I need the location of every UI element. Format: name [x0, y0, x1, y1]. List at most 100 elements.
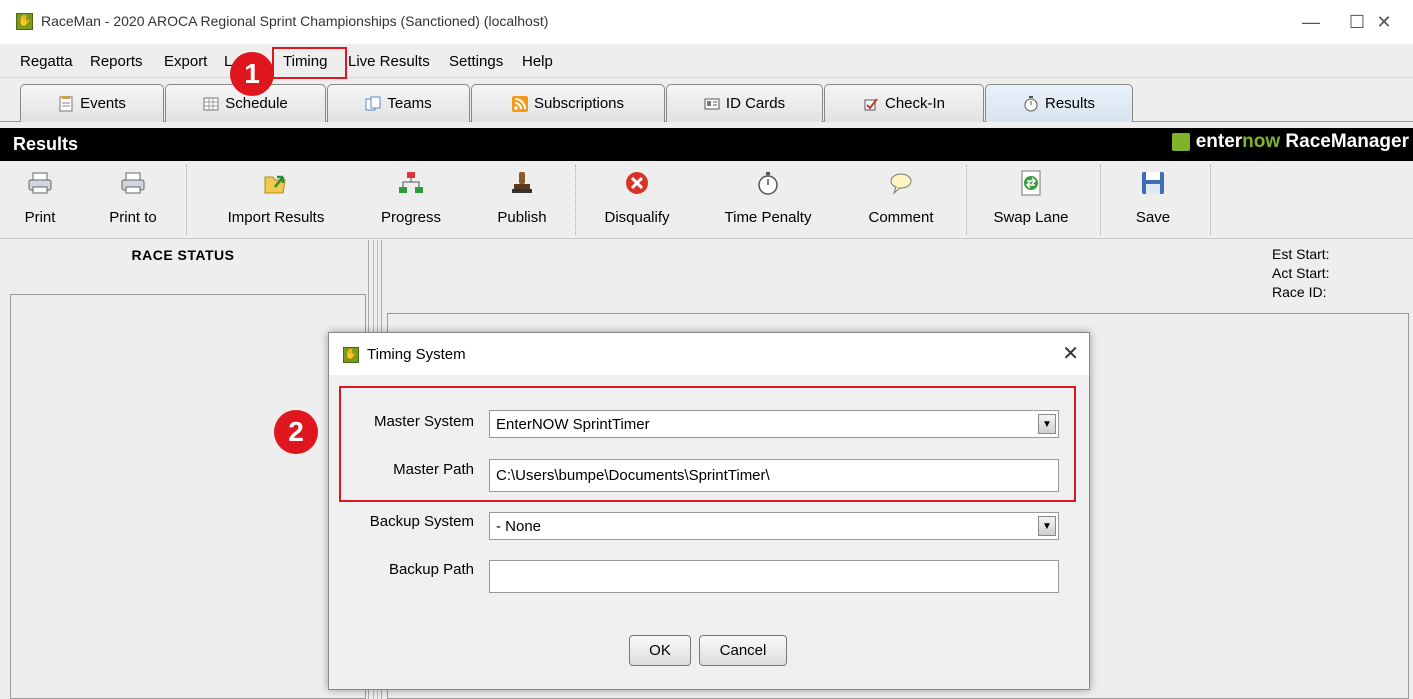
tab-strip: Events Schedule Teams Subscriptions ID C… — [0, 78, 1413, 122]
close-icon[interactable]: ✕ — [1062, 341, 1079, 366]
brand-logo: enternow RaceManager — [1171, 131, 1409, 153]
swap-lane-button[interactable]: Swap Lane — [984, 167, 1078, 237]
speech-bubble-icon — [887, 169, 915, 197]
race-info: Est Start: Act Start: Race ID: — [1272, 245, 1330, 302]
time-penalty-label: Time Penalty — [724, 209, 812, 226]
race-id-label: Race ID: — [1272, 284, 1327, 300]
menu-live-results[interactable]: Live Results — [348, 53, 430, 70]
race-status-list[interactable] — [10, 294, 366, 699]
tab-check-in[interactable]: Check-In — [824, 84, 984, 122]
menu-bar: Regatta Reports Export L Timing Live Res… — [0, 44, 1413, 78]
toolbar-separator — [1100, 165, 1101, 235]
disqualify-button[interactable]: Disqualify — [592, 167, 682, 237]
step-1-badge: 1 — [230, 52, 274, 96]
tab-label: ID Cards — [725, 95, 786, 112]
menu-regatta[interactable]: Regatta — [20, 53, 73, 70]
printer-icon — [119, 169, 147, 197]
race-status-heading: RACE STATUS — [131, 247, 235, 263]
menu-settings[interactable]: Settings — [449, 53, 503, 70]
minimize-icon[interactable]: — — [1291, 6, 1331, 38]
menu-reports[interactable]: Reports — [90, 53, 143, 70]
progress-label: Progress — [380, 209, 442, 226]
printer-icon — [26, 169, 54, 197]
timing-menu-highlight — [272, 47, 347, 79]
title-bar: ✋ RaceMan - 2020 AROCA Regional Sprint C… — [0, 0, 1413, 44]
menu-export[interactable]: Export — [164, 53, 207, 70]
est-start-label: Est Start: — [1272, 246, 1330, 262]
toolbar-separator — [186, 165, 187, 235]
act-start-label: Act Start: — [1272, 265, 1330, 281]
print-to-button[interactable]: Print to — [98, 167, 168, 237]
app-icon: ✋ — [16, 13, 33, 30]
backup-path-label: Backup Path — [388, 561, 474, 578]
cancel-button[interactable]: Cancel — [699, 635, 787, 666]
tab-label: Events — [80, 95, 126, 112]
print-to-label: Print to — [109, 209, 157, 226]
tab-label: Teams — [387, 95, 432, 112]
time-penalty-button[interactable]: Time Penalty — [712, 167, 824, 237]
step-2-badge: 2 — [274, 410, 318, 454]
hierarchy-icon — [397, 169, 425, 197]
app-icon: ✋ — [343, 347, 359, 363]
close-icon[interactable]: ✕ — [1364, 6, 1404, 38]
tab-teams[interactable]: Teams — [327, 84, 470, 122]
tab-label: Results — [1044, 95, 1096, 112]
backup-system-label: Backup System — [369, 513, 474, 530]
brand-enter: enter — [1195, 131, 1243, 152]
backup-system-value: - None — [496, 517, 542, 535]
stopwatch-icon — [1023, 95, 1039, 112]
schedule-icon — [203, 96, 219, 112]
backup-path-field[interactable] — [489, 560, 1059, 593]
comment-button[interactable]: Comment — [853, 167, 949, 237]
tab-label: Schedule — [225, 95, 288, 112]
page-title: Results — [13, 134, 79, 154]
backup-system-select[interactable]: - None ▼ — [489, 512, 1059, 540]
stamp-icon — [508, 169, 536, 197]
disqualify-label: Disqualify — [604, 209, 670, 226]
window-title: RaceMan - 2020 AROCA Regional Sprint Cha… — [41, 13, 549, 29]
teams-icon — [365, 96, 381, 112]
tab-events[interactable]: Events — [20, 84, 164, 122]
folder-import-icon — [262, 169, 290, 197]
comment-label: Comment — [868, 209, 934, 226]
timing-system-dialog: ✋ Timing System ✕ Master System EnterNOW… — [328, 332, 1090, 690]
master-settings-highlight — [339, 386, 1076, 502]
tab-results[interactable]: Results — [985, 84, 1133, 122]
dialog-title: Timing System — [367, 346, 466, 363]
print-button[interactable]: Print — [10, 167, 70, 237]
toolbar-separator — [966, 165, 967, 235]
tab-label: Check-In — [884, 95, 946, 112]
brand-racemanager: RaceManager — [1280, 131, 1409, 152]
floppy-disk-icon — [1139, 169, 1167, 197]
results-header: Results enternow RaceManager — [0, 128, 1413, 161]
menu-help[interactable]: Help — [522, 53, 553, 70]
swap-lane-label: Swap Lane — [993, 209, 1069, 226]
print-label: Print — [24, 209, 56, 226]
toolbar-separator — [1210, 165, 1211, 235]
save-label: Save — [1135, 209, 1171, 226]
save-button[interactable]: Save — [1130, 167, 1176, 237]
raceman-window: ✋ RaceMan - 2020 AROCA Regional Sprint C… — [0, 0, 1413, 699]
id-card-icon — [704, 96, 720, 112]
brand-now: now — [1242, 131, 1281, 152]
publish-button[interactable]: Publish — [482, 167, 562, 237]
race-status-panel: RACE STATUS — [0, 240, 366, 699]
stopwatch-icon — [754, 169, 782, 197]
tab-label: Subscriptions — [533, 95, 625, 112]
events-icon — [58, 95, 74, 112]
tab-subscriptions[interactable]: Subscriptions — [471, 84, 665, 122]
tab-id-cards[interactable]: ID Cards — [666, 84, 823, 122]
swap-icon — [1017, 169, 1045, 197]
import-results-label: Import Results — [227, 209, 325, 226]
publish-label: Publish — [497, 209, 547, 226]
progress-button[interactable]: Progress — [366, 167, 456, 237]
red-x-icon — [623, 169, 651, 197]
rss-icon — [511, 95, 528, 112]
toolbar-separator — [575, 165, 576, 235]
checkbox-icon — [863, 96, 879, 112]
chevron-down-icon[interactable]: ▼ — [1038, 516, 1056, 536]
ok-button[interactable]: OK — [629, 635, 691, 666]
dialog-title-bar: ✋ Timing System ✕ — [329, 333, 1089, 375]
enternow-logo-icon — [1171, 133, 1190, 151]
import-results-button[interactable]: Import Results — [214, 167, 338, 237]
